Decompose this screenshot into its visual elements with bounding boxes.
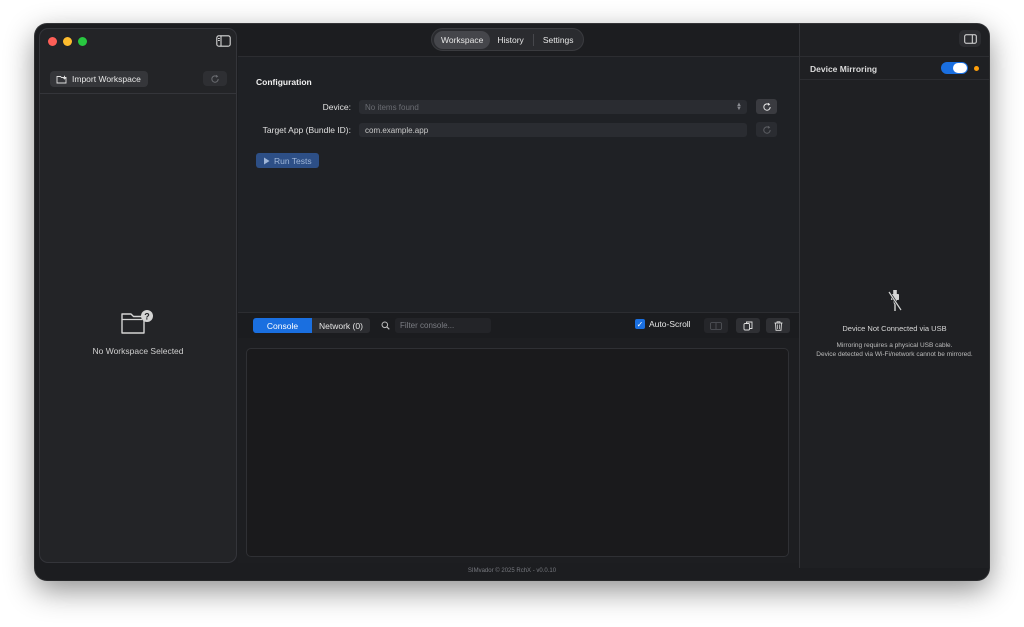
sidebar-divider: [40, 93, 236, 94]
right-header-divider: [800, 56, 989, 57]
tab-workspace[interactable]: Workspace: [434, 30, 491, 49]
refresh-icon: [762, 102, 771, 111]
refresh-icon: [211, 74, 219, 83]
target-app-label: Target App (Bundle ID):: [262, 125, 351, 135]
device-mirroring-title: Device Mirroring: [810, 64, 878, 74]
console-tabs: Console Network (0): [253, 318, 370, 333]
copy-icon: [743, 321, 753, 330]
tab-history[interactable]: History: [490, 31, 530, 49]
console-filter: Filter console...: [381, 318, 491, 333]
run-tests-button[interactable]: Run Tests: [256, 153, 319, 168]
autoscroll-toggle[interactable]: ✓ Auto-Scroll: [635, 319, 691, 329]
message-line-1: Mirroring requires a physical USB cable.: [836, 342, 953, 349]
toggle-layout-button[interactable]: [704, 318, 728, 333]
tab-separator: [532, 33, 534, 46]
sidebar-toggle-icon[interactable]: [216, 35, 231, 47]
bundle-refresh-button[interactable]: [756, 122, 777, 137]
message-line-2: Device detected via Wi-Fi/network cannot…: [816, 350, 973, 358]
svg-text:?: ?: [144, 311, 150, 321]
bundle-id-input[interactable]: com.example.app: [359, 123, 747, 137]
window-controls: [48, 37, 87, 46]
autoscroll-label: Auto-Scroll: [649, 319, 691, 329]
console-toolbar: Console Network (0) Filter console... ✓ …: [238, 312, 799, 338]
device-mirroring-panel: Device Mirroring Device Not Connected vi…: [799, 24, 989, 568]
select-chevrons-icon: ▲ ▼: [736, 102, 742, 112]
columns-icon: [710, 321, 722, 330]
folder-import-icon: [56, 75, 67, 83]
console-output[interactable]: [246, 348, 789, 557]
status-dot: [974, 66, 979, 71]
device-select[interactable]: No items found ▲ ▼: [359, 100, 747, 114]
sidebar-refresh-button[interactable]: [203, 71, 227, 86]
bundle-id-value: com.example.app: [365, 125, 429, 135]
not-connected-title: Device Not Connected via USB: [842, 324, 947, 333]
trash-icon: [774, 320, 782, 331]
folder-question-icon: ?: [121, 310, 153, 334]
tab-network[interactable]: Network (0): [312, 318, 370, 333]
play-icon: [264, 157, 270, 164]
cable-disconnected-icon: [887, 290, 902, 311]
run-tests-label: Run Tests: [274, 155, 312, 166]
empty-workspace-state: ? No Workspace Selected: [40, 309, 236, 356]
right-sidebar-icon: [963, 33, 977, 44]
sidebar: Import Workspace ? No Workspace Selected: [39, 28, 237, 563]
empty-workspace-label: No Workspace Selected: [92, 346, 184, 356]
import-workspace-button[interactable]: Import Workspace: [50, 71, 148, 87]
tab-settings[interactable]: Settings: [536, 31, 581, 49]
not-connected-message: Mirroring requires a physical USB cable.…: [800, 342, 989, 359]
refresh-icon: [762, 125, 771, 134]
import-workspace-label: Import Workspace: [72, 74, 141, 84]
right-panel-toggle-button[interactable]: [959, 30, 981, 47]
device-label: Device:: [322, 102, 351, 112]
clear-logs-button[interactable]: [766, 318, 790, 333]
device-refresh-button[interactable]: [756, 99, 777, 114]
minimize-window-button[interactable]: [63, 37, 72, 46]
not-connected-state: Device Not Connected via USB Mirroring r…: [800, 289, 989, 359]
configuration-panel: Configuration Device: No items found ▲ ▼ …: [238, 57, 799, 312]
right-panel-divider: [800, 79, 989, 80]
main-tabs: Workspace History Settings: [431, 28, 584, 51]
configuration-title: Configuration: [256, 77, 312, 87]
app-window: Import Workspace ? No Workspace Selected…: [35, 24, 989, 580]
tab-console[interactable]: Console: [253, 318, 312, 333]
switch-knob: [953, 63, 967, 73]
close-window-button[interactable]: [48, 37, 57, 46]
filter-console-input[interactable]: Filter console...: [395, 318, 491, 333]
zoom-window-button[interactable]: [78, 37, 87, 46]
device-select-placeholder: No items found: [365, 102, 419, 112]
mirroring-switch[interactable]: [941, 62, 968, 74]
search-icon: [381, 321, 390, 330]
copy-logs-button[interactable]: [736, 318, 760, 333]
footer-text: SIMvador © 2025 RchX - v0.0.10: [467, 568, 557, 574]
autoscroll-checkbox[interactable]: ✓: [635, 319, 645, 329]
